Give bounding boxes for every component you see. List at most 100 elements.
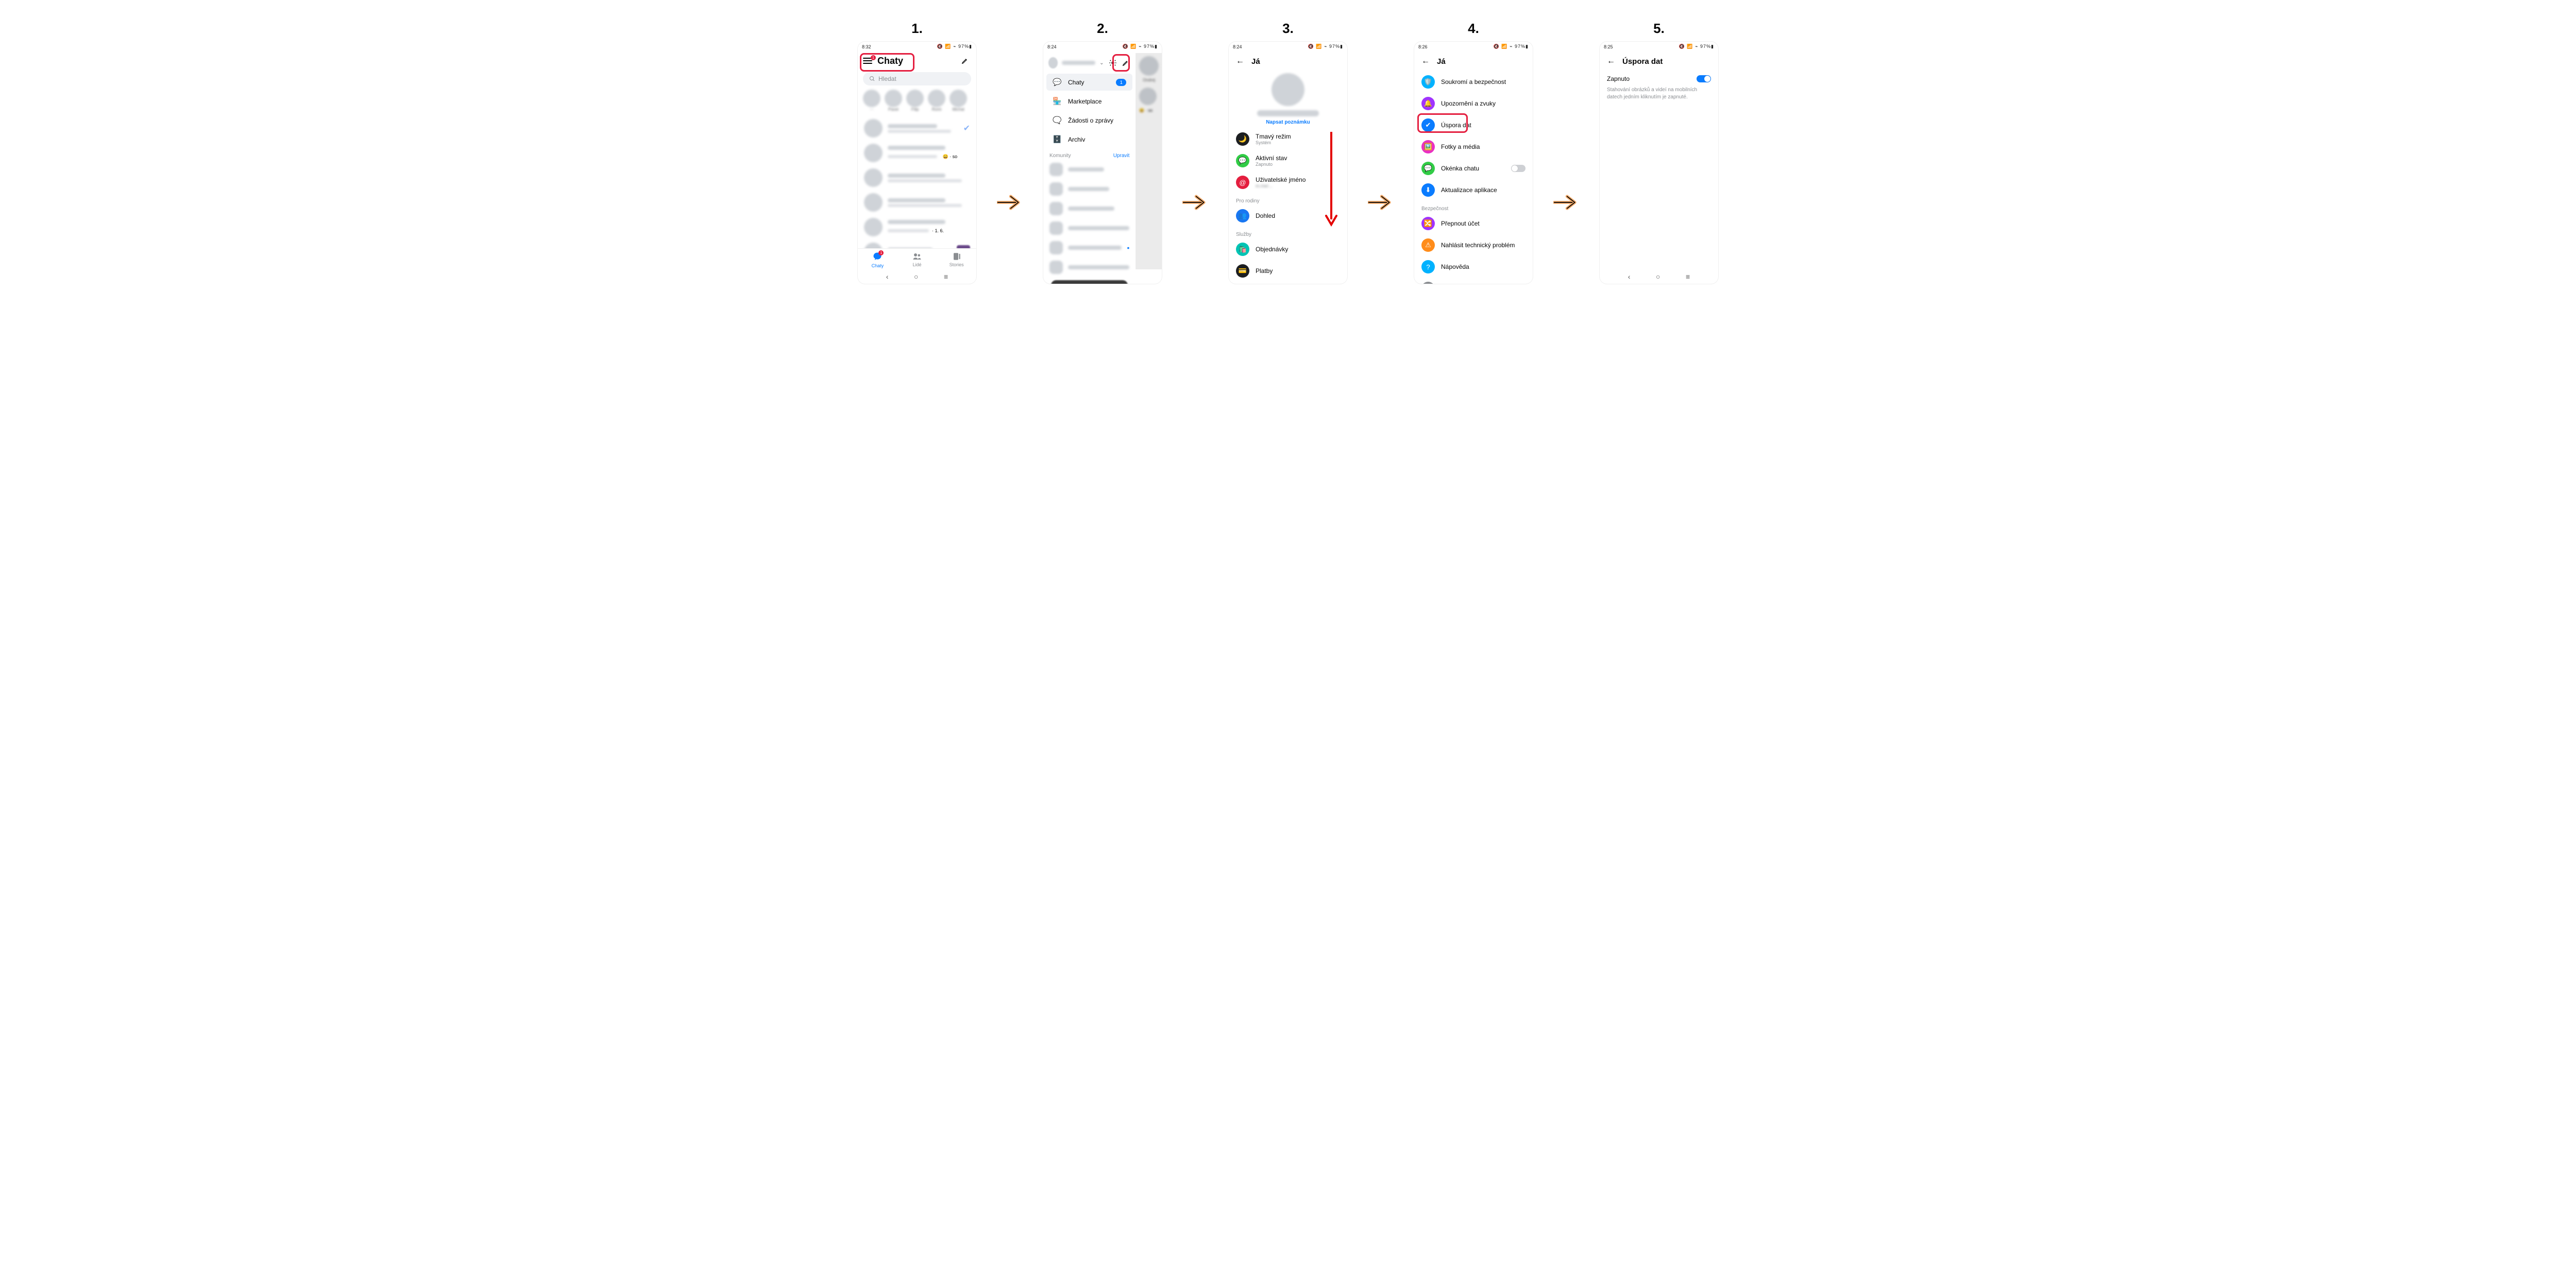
row-chat-bubbles[interactable]: 💬 Okénka chatu [1414, 158, 1533, 179]
profile-avatar[interactable] [1272, 73, 1304, 106]
tab-chats[interactable]: 1 Chaty [858, 252, 897, 268]
data-saver-toggle[interactable] [1697, 75, 1711, 82]
row-data-saver[interactable]: ✔ Úspora dat [1414, 114, 1533, 136]
compose-button[interactable] [959, 55, 971, 67]
page-title: Úspora dat [1622, 57, 1663, 66]
chat-list[interactable]: ✔ 😄 · so · 1. 6. · 25. 5.✔ [858, 116, 976, 248]
image-icon: 🖼️ [1421, 140, 1435, 153]
bag-icon: 🛍️ [1236, 243, 1249, 256]
toast: ··················· [1051, 280, 1128, 284]
switch-icon: 🔀 [1421, 217, 1435, 230]
write-note-link[interactable]: Napsat poznámku [1266, 119, 1310, 125]
clock: 8:32 [862, 44, 871, 49]
compose-button[interactable] [1121, 57, 1130, 68]
phone-screen-1: 8:32 🔇 📶 ⌁ 97%▮ 1 Chaty Hledat ··· Pavel [858, 42, 976, 284]
document-icon: 📄 [1421, 282, 1435, 284]
chat-row[interactable] [858, 239, 976, 248]
community-item[interactable] [1043, 258, 1136, 277]
step-number-2: 2. [1097, 21, 1108, 37]
drawer-item-chats[interactable]: 💬 Chaty 1 [1046, 74, 1132, 91]
people-icon: 👥 [1236, 209, 1249, 222]
row-help[interactable]: ? Nápověda [1414, 256, 1533, 278]
stories-icon [952, 252, 961, 261]
status-bar: 8:26 🔇 📶 ⌁ 97%▮ [1414, 42, 1533, 52]
page-title: Já [1437, 57, 1446, 66]
arrow-icon [1553, 192, 1579, 215]
background-peek: Ondrej 😄 · so [1136, 53, 1162, 269]
status-icons: 🔇 📶 ⌁ 97%▮ [937, 44, 972, 49]
chat-row[interactable]: ✔ [858, 116, 976, 141]
chat-row[interactable]: · 1. 6. [858, 215, 976, 239]
back-button[interactable]: ← [1607, 57, 1615, 66]
toggle-description: Stahování obrázků a videí na mobilních d… [1600, 87, 1718, 101]
android-nav[interactable]: ‹○≡ [858, 269, 976, 284]
search-icon [869, 76, 875, 82]
status-bar: 8:25 🔇 📶 ⌁ 97%▮ [1600, 42, 1718, 52]
page-title: Já [1251, 57, 1260, 66]
community-item[interactable] [1043, 199, 1136, 218]
drawer-label: Archiv [1068, 136, 1085, 143]
drawer-item-archive[interactable]: 🗄️ Archiv [1046, 131, 1132, 148]
drawer-label: Marketplace [1068, 98, 1101, 105]
back-button[interactable]: ← [1421, 57, 1430, 66]
clock: 8:24 [1047, 44, 1057, 49]
row-switch-account[interactable]: 🔀 Přepnout účet [1414, 213, 1533, 234]
settings-button[interactable] [1108, 57, 1117, 68]
community-item[interactable]: • [1043, 238, 1136, 258]
avatar[interactable] [1048, 57, 1058, 68]
edit-link[interactable]: Upravit [1113, 153, 1130, 159]
card-icon: 💳 [1236, 264, 1249, 278]
status-bar: 8:24 🔇 📶 ⌁ 97%▮ [1229, 42, 1347, 52]
moon-icon: 🌙 [1236, 132, 1249, 146]
phone-screen-2: 8:24 🔇 📶 ⌁ 97%▮ ⌄ [1043, 42, 1162, 284]
search-input[interactable]: Hledat [863, 72, 971, 85]
step-number-3: 3. [1282, 21, 1294, 37]
community-item[interactable] [1043, 160, 1136, 179]
row-report-problem[interactable]: ⚠ Nahlásit technický problém [1414, 234, 1533, 256]
archive-icon: 🗄️ [1053, 135, 1062, 144]
step-number-5: 5. [1653, 21, 1665, 37]
row-orders[interactable]: 🛍️ Objednávky [1229, 238, 1347, 260]
community-item[interactable] [1043, 218, 1136, 238]
warning-icon: ⚠ [1421, 238, 1435, 252]
phone-screen-4: 8:26 🔇 📶 ⌁ 97%▮ ← Já 🛡️ Soukromí a bezpe… [1414, 42, 1533, 284]
verified-icon: ✔ [963, 123, 970, 133]
phone-screen-3: 8:24 🔇 📶 ⌁ 97%▮ ← Já Napsat poznámku 🌙 T… [1229, 42, 1347, 284]
profile-name [1257, 110, 1319, 116]
clock: 8:25 [1604, 44, 1613, 49]
bubbles-toggle[interactable] [1511, 165, 1526, 172]
chat-row[interactable] [858, 190, 976, 215]
tab-people[interactable]: Lidé [897, 252, 937, 268]
status-bar: 8:32 🔇 📶 ⌁ 97%▮ [858, 42, 976, 52]
search-placeholder: Hledat [878, 75, 896, 82]
download-icon: ⬇ [1421, 183, 1435, 197]
android-nav[interactable]: ‹○≡ [1600, 269, 1718, 284]
side-drawer: ⌄ 💬 Chaty 1 🏪 [1043, 53, 1136, 269]
chevron-down-icon[interactable]: ⌄ [1099, 60, 1104, 66]
bell-icon: 🔔 [1421, 97, 1435, 110]
back-button[interactable]: ← [1236, 57, 1244, 66]
help-icon: ? [1421, 260, 1435, 273]
row-notifications[interactable]: 🔔 Upozornění a zvuky [1414, 93, 1533, 114]
stories-row[interactable]: ··· Pavel Filip Romi Michal [858, 90, 976, 116]
data-saver-icon: ✔ [1421, 118, 1435, 132]
shield-icon: 🛡️ [1421, 75, 1435, 89]
status-icons: 🔇 📶 ⌁ 97%▮ [1123, 44, 1158, 49]
tab-stories[interactable]: Stories [937, 252, 976, 268]
row-legal[interactable]: 📄 Právní ustanovení a zásady [1414, 278, 1533, 284]
row-app-updates[interactable]: ⬇ Aktualizace aplikace [1414, 179, 1533, 201]
menu-icon[interactable]: 1 [863, 58, 872, 64]
status-icons: 🔇 📶 ⌁ 97%▮ [1679, 44, 1714, 49]
bubble-icon: 💬 [1421, 162, 1435, 175]
menu-badge: 1 [871, 55, 876, 60]
requests-icon: 🗨️ [1053, 116, 1062, 125]
row-privacy[interactable]: 🛡️ Soukromí a bezpečnost [1414, 71, 1533, 93]
status-icons: 🔇 📶 ⌁ 97%▮ [1494, 44, 1529, 49]
chat-row[interactable]: 😄 · so [858, 141, 976, 165]
row-photos-media[interactable]: 🖼️ Fotky a média [1414, 136, 1533, 158]
community-item[interactable] [1043, 179, 1136, 199]
drawer-item-requests[interactable]: 🗨️ Žádosti o zprávy [1046, 112, 1132, 129]
chat-row[interactable] [858, 165, 976, 190]
drawer-item-marketplace[interactable]: 🏪 Marketplace [1046, 93, 1132, 110]
row-payments[interactable]: 💳 Platby [1229, 260, 1347, 282]
